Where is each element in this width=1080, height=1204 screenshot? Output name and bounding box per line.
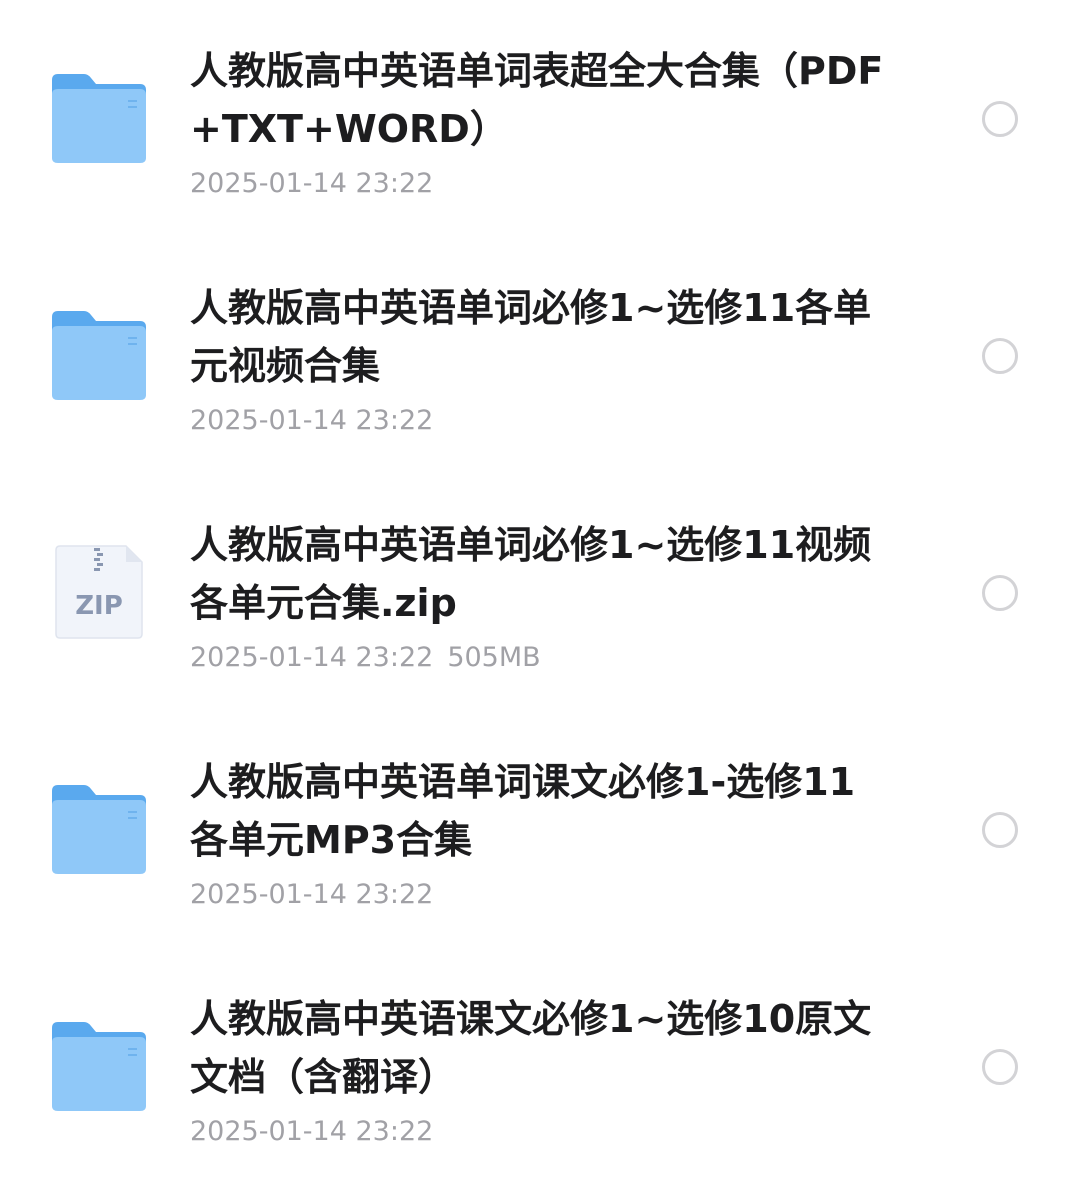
file-name: 人教版高中英语单词课文必修1-选修11各单元MP3合集 (190, 760, 856, 862)
folder-icon (48, 70, 150, 166)
file-date: 2025-01-14 23:22 (190, 879, 434, 910)
select-radio-button[interactable] (982, 812, 1018, 848)
file-row-folder[interactable]: 人教版高中英语课文必修1~选修10原文文档（含翻译） 2025-01-14 23… (0, 948, 1080, 1178)
file-meta: 2025-01-14 23:22 505MB (190, 640, 890, 676)
select-radio-button[interactable] (982, 101, 1018, 137)
file-date: 2025-01-14 23:22 (190, 405, 434, 436)
file-date: 2025-01-14 23:22 (190, 642, 434, 673)
folder-icon (48, 1018, 150, 1114)
file-text: 人教版高中英语单词必修1~选修11各单元视频合集 2025-01-14 23:2… (190, 279, 890, 439)
file-meta: 2025-01-14 23:22 (190, 877, 890, 913)
file-row-folder[interactable]: 人教版高中英语单词表超全大合集（PDF+TXT+WORD） 2025-01-14… (0, 0, 1080, 230)
file-meta: 2025-01-14 23:22 (190, 403, 890, 439)
file-row-folder[interactable]: 人教版高中英语单词必修1~选修11各单元视频合集 2025-01-14 23:2… (0, 237, 1080, 467)
file-name: 人教版高中英语单词表超全大合集（PDF+TXT+WORD） (190, 49, 884, 151)
select-radio-button[interactable] (982, 575, 1018, 611)
file-row-zip[interactable]: ZIP 人教版高中英语单词必修1~选修11视频各单元合集.zip 2025-01… (0, 474, 1080, 704)
file-text: 人教版高中英语单词课文必修1-选修11各单元MP3合集 2025-01-14 2… (190, 753, 890, 913)
file-text: 人教版高中英语单词表超全大合集（PDF+TXT+WORD） 2025-01-14… (190, 42, 890, 202)
folder-icon (48, 307, 150, 403)
file-list: 人教版高中英语单词表超全大合集（PDF+TXT+WORD） 2025-01-14… (0, 0, 1080, 1204)
select-radio-button[interactable] (982, 338, 1018, 374)
file-meta: 2025-01-14 23:22 (190, 166, 890, 202)
file-size: 505MB (447, 642, 541, 673)
zip-icon-label: ZIP (75, 591, 123, 621)
file-meta: 2025-01-14 23:22 (190, 1114, 890, 1150)
file-name: 人教版高中英语单词必修1~选修11视频各单元合集.zip (190, 523, 872, 625)
folder-icon (48, 781, 150, 877)
file-name: 人教版高中英语单词必修1~选修11各单元视频合集 (190, 286, 872, 388)
file-text: 人教版高中英语单词必修1~选修11视频各单元合集.zip 2025-01-14 … (190, 516, 890, 676)
file-name: 人教版高中英语课文必修1~选修10原文文档（含翻译） (190, 997, 872, 1099)
file-date: 2025-01-14 23:22 (190, 168, 434, 199)
file-date: 2025-01-14 23:22 (190, 1116, 434, 1147)
file-row-folder[interactable]: 人教版高中英语单词课文必修1-选修11各单元MP3合集 2025-01-14 2… (0, 711, 1080, 941)
select-radio-button[interactable] (982, 1049, 1018, 1085)
file-text: 人教版高中英语课文必修1~选修10原文文档（含翻译） 2025-01-14 23… (190, 990, 890, 1150)
zip-file-icon: ZIP (48, 544, 150, 640)
